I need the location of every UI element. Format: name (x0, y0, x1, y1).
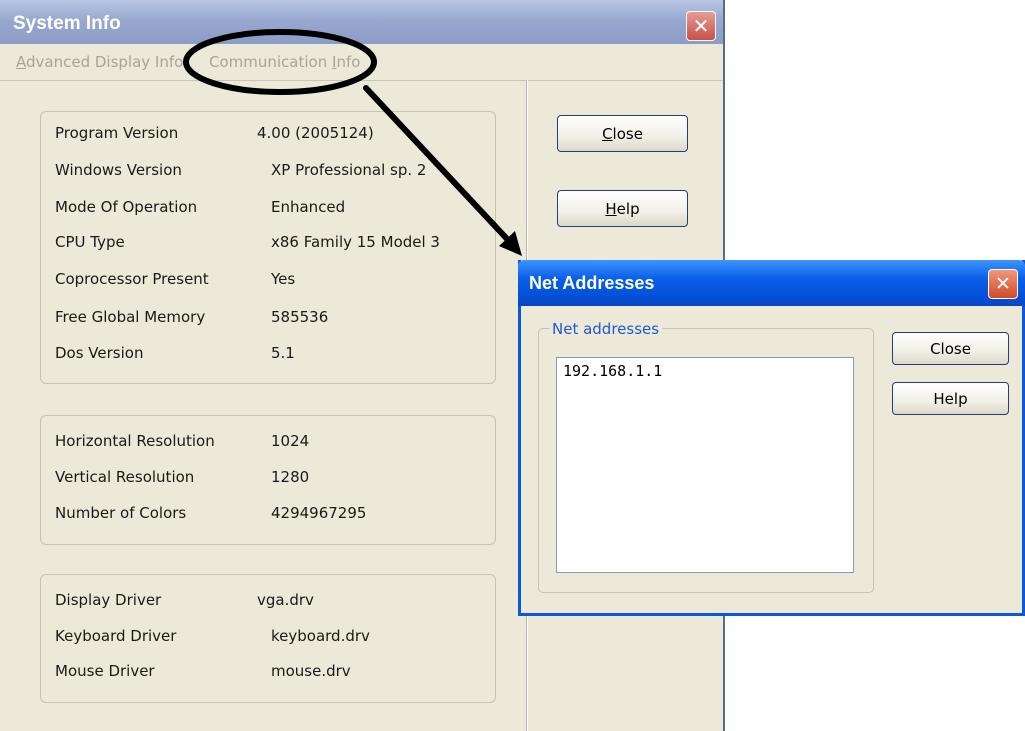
info-row: Free Global Memory 585536 (55, 308, 495, 330)
info-label: Coprocessor Present (55, 270, 209, 288)
info-label: Free Global Memory (55, 308, 206, 326)
net-addresses-dialog: Net Addresses ✕ Net addresses 192.168.1.… (518, 260, 1025, 616)
info-row: CPU Type x86 Family 15 Model 3 (55, 233, 495, 255)
dialog-help-button[interactable]: Help (892, 382, 1009, 415)
menu-advanced-display-info[interactable]: Advanced Display Info (16, 53, 183, 71)
info-label: CPU Type (55, 233, 125, 251)
info-row: Keyboard Driver keyboard.drv (55, 627, 495, 649)
close-button[interactable]: Close (557, 115, 688, 152)
info-row: Mode Of Operation Enhanced (55, 198, 495, 220)
info-label: Windows Version (55, 161, 182, 179)
net-addresses-group-label: Net addresses (549, 320, 663, 338)
list-item[interactable]: 192.168.1.1 (563, 362, 662, 380)
info-value: 5.1 (271, 344, 295, 362)
info-row: Horizontal Resolution 1024 (55, 432, 495, 454)
info-row: Windows Version XP Professional sp. 2 (55, 161, 495, 183)
info-value: XP Professional sp. 2 (271, 161, 427, 179)
dialog-close-text-button[interactable]: Close (892, 332, 1009, 365)
info-value: Enhanced (271, 198, 346, 216)
info-label: Mouse Driver (55, 662, 155, 680)
net-addresses-titlebar[interactable]: Net Addresses ✕ (518, 260, 1025, 306)
info-value: 1280 (271, 468, 310, 486)
help-button[interactable]: Help (557, 190, 688, 227)
net-addresses-list[interactable]: 192.168.1.1 (556, 357, 854, 573)
dialog-title: Net Addresses (529, 273, 655, 293)
info-row: Vertical Resolution 1280 (55, 468, 495, 490)
menu-communication-info[interactable]: Communication Info (209, 53, 360, 71)
info-value: mouse.drv (271, 662, 351, 680)
info-value: x86 Family 15 Model 3 (271, 233, 440, 251)
info-value: 4294967295 (271, 504, 367, 522)
window-close-button[interactable]: ✕ (686, 11, 716, 41)
info-row: Dos Version 5.1 (55, 344, 495, 366)
info-value: vga.drv (257, 591, 314, 609)
info-label: Number of Colors (55, 504, 187, 522)
window-title: System Info (13, 13, 121, 34)
info-label: Dos Version (55, 344, 144, 362)
info-value: 4.00 (2005124) (257, 124, 374, 142)
info-row: Display Driver vga.drv (55, 591, 495, 613)
info-label: Keyboard Driver (55, 627, 177, 645)
info-row: Number of Colors 4294967295 (55, 504, 495, 526)
info-label: Program Version (55, 124, 179, 142)
info-value: 1024 (271, 432, 310, 450)
system-info-titlebar[interactable]: System Info ✕ (0, 0, 723, 44)
info-row: Program Version 4.00 (2005124) (55, 124, 495, 146)
info-row: Coprocessor Present Yes (55, 270, 495, 292)
menu-bar: Advanced Display Info Communication Info (0, 44, 723, 81)
info-label: Display Driver (55, 591, 162, 609)
info-label: Vertical Resolution (55, 468, 195, 486)
info-value: 585536 (271, 308, 329, 326)
info-value: keyboard.drv (271, 627, 370, 645)
info-label: Mode Of Operation (55, 198, 198, 216)
dialog-close-button[interactable]: ✕ (988, 269, 1018, 299)
info-row: Mouse Driver mouse.drv (55, 662, 495, 684)
close-x-icon: ✕ (995, 273, 1011, 295)
info-value: Yes (271, 270, 296, 288)
info-label: Horizontal Resolution (55, 432, 215, 450)
close-x-icon: ✕ (692, 14, 710, 38)
